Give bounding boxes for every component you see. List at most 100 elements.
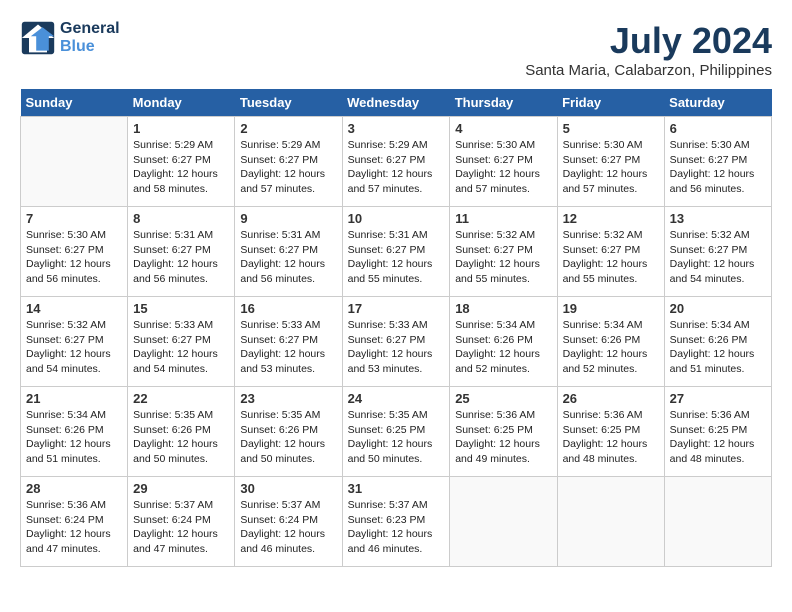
day-number: 29 [133,481,229,496]
day-info: Sunrise: 5:31 AM Sunset: 6:27 PM Dayligh… [348,228,445,287]
day-number: 4 [455,121,551,136]
calendar-cell [21,117,128,207]
weekday-header: Wednesday [342,89,450,117]
day-number: 20 [670,301,766,316]
day-number: 19 [563,301,659,316]
day-number: 16 [240,301,336,316]
calendar-cell: 19Sunrise: 5:34 AM Sunset: 6:26 PM Dayli… [557,297,664,387]
calendar-table: SundayMondayTuesdayWednesdayThursdayFrid… [20,89,772,567]
day-number: 23 [240,391,336,406]
calendar-cell: 31 Sunrise: 5:37 AM Sunset: 6:23 PM Dayli… [342,477,450,567]
day-info: Sunrise: 5:36 AM Sunset: 6:25 PM Dayligh… [563,408,659,467]
calendar-cell: 5 Sunrise: 5:30 AM Sunset: 6:27 PM Daylig… [557,117,664,207]
calendar-cell: 18 Sunrise: 5:34 AM Sunset: 6:26 PM Dayli… [450,297,557,387]
day-info: Sunrise: 5:29 AM Sunset: 6:27 PM Dayligh… [348,138,445,197]
weekday-header: Friday [557,89,664,117]
day-info: Sunrise: 5:30 AM Sunset: 6:27 PM Dayligh… [563,138,659,197]
day-number: 18 [455,301,551,316]
day-number: 15 [133,301,229,316]
day-number: 1 [133,121,229,136]
logo-text: General Blue [60,20,120,56]
calendar-cell: 7Sunrise: 5:30 AM Sunset: 6:27 PM Daylig… [21,207,128,297]
calendar-cell [664,477,771,567]
day-number: 13 [670,211,766,226]
day-info: Sunrise: 5:37 AM Sunset: 6:23 PM Dayligh… [348,498,445,557]
calendar-cell: 15 Sunrise: 5:33 AM Sunset: 6:27 PM Dayli… [128,297,235,387]
calendar-cell [450,477,557,567]
day-number: 5 [563,121,659,136]
day-number: 31 [348,481,445,496]
calendar-cell: 4 Sunrise: 5:30 AM Sunset: 6:27 PM Daylig… [450,117,557,207]
calendar-cell: 11 Sunrise: 5:32 AM Sunset: 6:27 PM Dayli… [450,207,557,297]
month-year: July 2024 [525,20,772,62]
day-number: 28 [26,481,122,496]
day-info: Sunrise: 5:31 AM Sunset: 6:27 PM Dayligh… [240,228,336,287]
day-number: 22 [133,391,229,406]
day-info: Sunrise: 5:34 AM Sunset: 6:26 PM Dayligh… [670,318,766,377]
day-info: Sunrise: 5:34 AM Sunset: 6:26 PM Dayligh… [455,318,551,377]
location: Santa Maria, Calabarzon, Philippines [525,62,772,79]
calendar-cell: 21Sunrise: 5:34 AM Sunset: 6:26 PM Dayli… [21,387,128,477]
day-number: 27 [670,391,766,406]
day-info: Sunrise: 5:30 AM Sunset: 6:27 PM Dayligh… [26,228,122,287]
weekday-header: Thursday [450,89,557,117]
day-info: Sunrise: 5:33 AM Sunset: 6:27 PM Dayligh… [133,318,229,377]
day-info: Sunrise: 5:32 AM Sunset: 6:27 PM Dayligh… [455,228,551,287]
day-info: Sunrise: 5:33 AM Sunset: 6:27 PM Dayligh… [240,318,336,377]
calendar-cell: 22 Sunrise: 5:35 AM Sunset: 6:26 PM Dayli… [128,387,235,477]
day-info: Sunrise: 5:32 AM Sunset: 6:27 PM Dayligh… [670,228,766,287]
calendar-cell: 20 Sunrise: 5:34 AM Sunset: 6:26 PM Dayli… [664,297,771,387]
day-number: 11 [455,211,551,226]
day-info: Sunrise: 5:36 AM Sunset: 6:25 PM Dayligh… [670,408,766,467]
day-number: 2 [240,121,336,136]
logo: General Blue [20,20,120,56]
calendar-cell: 6 Sunrise: 5:30 AM Sunset: 6:27 PM Daylig… [664,117,771,207]
day-number: 6 [670,121,766,136]
calendar-cell: 9Sunrise: 5:31 AM Sunset: 6:27 PM Daylig… [235,207,342,297]
day-info: Sunrise: 5:36 AM Sunset: 6:24 PM Dayligh… [26,498,122,557]
calendar-cell: 23 Sunrise: 5:35 AM Sunset: 6:26 PM Dayli… [235,387,342,477]
day-info: Sunrise: 5:32 AM Sunset: 6:27 PM Dayligh… [563,228,659,287]
calendar-cell: 10 Sunrise: 5:31 AM Sunset: 6:27 PM Dayli… [342,207,450,297]
day-info: Sunrise: 5:37 AM Sunset: 6:24 PM Dayligh… [240,498,336,557]
day-info: Sunrise: 5:35 AM Sunset: 6:26 PM Dayligh… [133,408,229,467]
day-info: Sunrise: 5:29 AM Sunset: 6:27 PM Dayligh… [240,138,336,197]
day-number: 3 [348,121,445,136]
day-number: 8 [133,211,229,226]
day-number: 30 [240,481,336,496]
day-info: Sunrise: 5:30 AM Sunset: 6:27 PM Dayligh… [455,138,551,197]
calendar-week-row: 21Sunrise: 5:34 AM Sunset: 6:26 PM Dayli… [21,387,772,477]
calendar-cell: 1 Sunrise: 5:29 AM Sunset: 6:27 PM Daylig… [128,117,235,207]
day-info: Sunrise: 5:32 AM Sunset: 6:27 PM Dayligh… [26,318,122,377]
day-info: Sunrise: 5:30 AM Sunset: 6:27 PM Dayligh… [670,138,766,197]
day-info: Sunrise: 5:37 AM Sunset: 6:24 PM Dayligh… [133,498,229,557]
calendar-week-row: 1 Sunrise: 5:29 AM Sunset: 6:27 PM Daylig… [21,117,772,207]
weekday-header: Sunday [21,89,128,117]
day-number: 21 [26,391,122,406]
calendar-cell: 30 Sunrise: 5:37 AM Sunset: 6:24 PM Dayli… [235,477,342,567]
weekday-header: Monday [128,89,235,117]
calendar-cell: 25 Sunrise: 5:36 AM Sunset: 6:25 PM Dayli… [450,387,557,477]
calendar-cell: 8 Sunrise: 5:31 AM Sunset: 6:27 PM Daylig… [128,207,235,297]
calendar-cell [557,477,664,567]
calendar-cell: 24Sunrise: 5:35 AM Sunset: 6:25 PM Dayli… [342,387,450,477]
day-info: Sunrise: 5:35 AM Sunset: 6:26 PM Dayligh… [240,408,336,467]
day-info: Sunrise: 5:35 AM Sunset: 6:25 PM Dayligh… [348,408,445,467]
title-block: July 2024 Santa Maria, Calabarzon, Phili… [525,20,772,79]
calendar-cell: 13 Sunrise: 5:32 AM Sunset: 6:27 PM Dayli… [664,207,771,297]
weekday-header: Tuesday [235,89,342,117]
day-number: 14 [26,301,122,316]
day-info: Sunrise: 5:31 AM Sunset: 6:27 PM Dayligh… [133,228,229,287]
page-header: General Blue July 2024 Santa Maria, Cala… [20,20,772,79]
calendar-cell: 14 Sunrise: 5:32 AM Sunset: 6:27 PM Dayli… [21,297,128,387]
day-number: 25 [455,391,551,406]
day-info: Sunrise: 5:36 AM Sunset: 6:25 PM Dayligh… [455,408,551,467]
day-number: 12 [563,211,659,226]
calendar-cell: 17Sunrise: 5:33 AM Sunset: 6:27 PM Dayli… [342,297,450,387]
calendar-cell: 3 Sunrise: 5:29 AM Sunset: 6:27 PM Daylig… [342,117,450,207]
calendar-cell: 27 Sunrise: 5:36 AM Sunset: 6:25 PM Dayli… [664,387,771,477]
day-number: 10 [348,211,445,226]
day-number: 17 [348,301,445,316]
calendar-week-row: 7Sunrise: 5:30 AM Sunset: 6:27 PM Daylig… [21,207,772,297]
day-info: Sunrise: 5:29 AM Sunset: 6:27 PM Dayligh… [133,138,229,197]
